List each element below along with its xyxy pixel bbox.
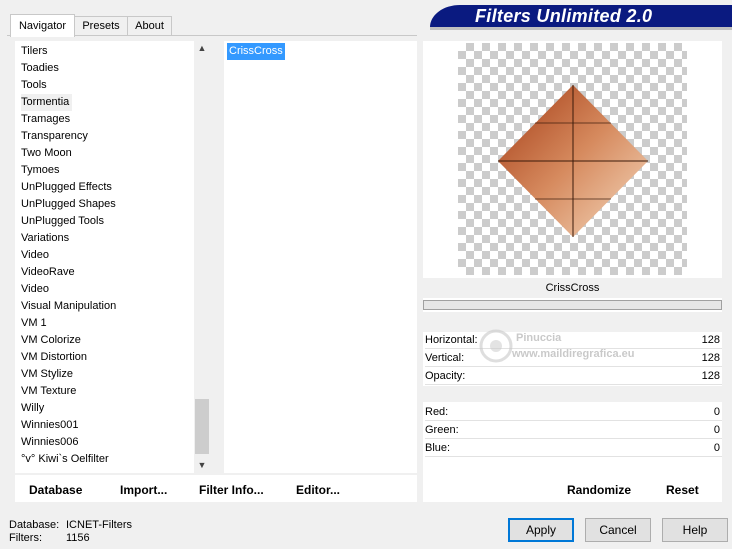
param-red[interactable]: Red: 0 bbox=[425, 404, 722, 421]
editor-button[interactable]: Editor... bbox=[296, 480, 340, 500]
category-item[interactable]: Variations bbox=[21, 230, 69, 247]
category-item[interactable]: Winnies006 bbox=[21, 434, 78, 451]
status-database: Database: ICNET-Filters bbox=[9, 518, 132, 532]
category-item[interactable]: UnPlugged Tools bbox=[21, 213, 104, 230]
category-item[interactable]: Video bbox=[21, 281, 49, 298]
category-item[interactable]: UnPlugged Shapes bbox=[21, 196, 116, 213]
param-label: Vertical: bbox=[425, 352, 465, 364]
tab-about[interactable]: About bbox=[127, 16, 172, 36]
slider-track[interactable] bbox=[425, 456, 722, 457]
category-item[interactable]: VM 1 bbox=[21, 315, 47, 332]
slider-track[interactable] bbox=[425, 384, 722, 385]
param-value[interactable]: 128 bbox=[702, 332, 720, 349]
scroll-up-icon[interactable]: ▲ bbox=[194, 41, 210, 55]
status-database-value: ICNET-Filters bbox=[66, 519, 132, 531]
category-item[interactable]: Tools bbox=[21, 77, 47, 94]
category-item[interactable]: VideoRave bbox=[21, 264, 75, 281]
selected-filter-name: CrissCross bbox=[423, 278, 722, 298]
reset-button[interactable]: Reset bbox=[666, 480, 699, 500]
category-item[interactable]: Tormentia bbox=[21, 94, 73, 111]
category-item[interactable]: VM Stylize bbox=[21, 366, 73, 383]
randomize-button[interactable]: Randomize bbox=[567, 480, 631, 500]
filter-list[interactable]: CrissCross bbox=[224, 41, 417, 473]
param-value[interactable]: 0 bbox=[714, 440, 720, 457]
param-vertical[interactable]: Vertical: 128 bbox=[425, 350, 722, 367]
tab-navigator[interactable]: Navigator bbox=[10, 14, 75, 37]
category-item[interactable]: °v° Kiwi`s Oelfilter bbox=[21, 451, 109, 468]
status-filters: Filters: 1156 bbox=[9, 531, 90, 545]
category-item[interactable]: UnPlugged Effects bbox=[21, 179, 112, 196]
tab-presets[interactable]: Presets bbox=[74, 16, 128, 36]
category-item[interactable]: VM Colorize bbox=[21, 332, 81, 349]
category-item[interactable]: Tilers bbox=[21, 43, 47, 60]
help-button[interactable]: Help bbox=[662, 518, 728, 542]
filter-item-selected[interactable]: CrissCross bbox=[227, 43, 285, 60]
category-item[interactable]: Winnies001 bbox=[21, 417, 78, 434]
category-item[interactable]: VM Texture bbox=[21, 383, 76, 400]
param-green[interactable]: Green: 0 bbox=[425, 422, 722, 439]
param-value[interactable]: 128 bbox=[702, 368, 720, 385]
category-item[interactable]: Video bbox=[21, 247, 49, 264]
category-item[interactable]: Transparency bbox=[21, 128, 88, 145]
category-item[interactable]: VM Distortion bbox=[21, 349, 87, 366]
scroll-thumb[interactable] bbox=[195, 399, 209, 454]
cancel-button[interactable]: Cancel bbox=[585, 518, 651, 542]
param-group-bg bbox=[423, 312, 722, 332]
status-filters-label: Filters: bbox=[9, 532, 42, 544]
filter-progress-field bbox=[423, 300, 722, 310]
category-item[interactable]: Tymoes bbox=[21, 162, 60, 179]
param-value[interactable]: 128 bbox=[702, 350, 720, 367]
category-list[interactable]: Tilers Toadies Tools Tormentia Tramages Trans… bbox=[15, 41, 210, 473]
status-filters-value: 1156 bbox=[66, 532, 90, 544]
apply-button[interactable]: Apply bbox=[508, 518, 574, 542]
category-item[interactable]: Willy bbox=[21, 400, 44, 417]
param-value[interactable]: 0 bbox=[714, 404, 720, 421]
param-label: Red: bbox=[425, 406, 449, 418]
status-database-label: Database: bbox=[9, 519, 60, 531]
category-item[interactable]: Visual Manipulation bbox=[21, 298, 116, 315]
banner-stripe bbox=[430, 27, 732, 30]
import-button[interactable]: Import... bbox=[120, 480, 167, 500]
database-button[interactable]: Database bbox=[29, 480, 82, 500]
param-value[interactable]: 0 bbox=[714, 422, 720, 439]
app-title: Filters Unlimited 2.0 bbox=[475, 6, 653, 26]
filter-info-button[interactable]: Filter Info... bbox=[199, 480, 264, 500]
category-item[interactable]: Toadies bbox=[21, 60, 59, 77]
param-label: Green: bbox=[425, 424, 459, 436]
slider-track[interactable] bbox=[425, 438, 722, 439]
param-label: Blue: bbox=[425, 442, 451, 454]
param-horizontal[interactable]: Horizontal: 128 bbox=[425, 332, 722, 349]
slider-track[interactable] bbox=[425, 348, 722, 349]
category-item[interactable]: Two Moon bbox=[21, 145, 72, 162]
category-scrollbar[interactable]: ▲ ▼ bbox=[194, 41, 210, 473]
preview-image bbox=[458, 43, 687, 275]
slider-track[interactable] bbox=[425, 420, 722, 421]
param-label: Horizontal: bbox=[425, 334, 478, 346]
category-item[interactable]: Tramages bbox=[21, 111, 70, 128]
color-group-bg bbox=[423, 386, 722, 402]
param-blue[interactable]: Blue: 0 bbox=[425, 440, 722, 457]
scroll-down-icon[interactable]: ▼ bbox=[194, 458, 210, 472]
crisscross-diamond-icon bbox=[498, 85, 648, 237]
slider-track[interactable] bbox=[425, 366, 722, 367]
param-opacity[interactable]: Opacity: 128 bbox=[425, 368, 722, 385]
param-label: Opacity: bbox=[425, 370, 466, 382]
